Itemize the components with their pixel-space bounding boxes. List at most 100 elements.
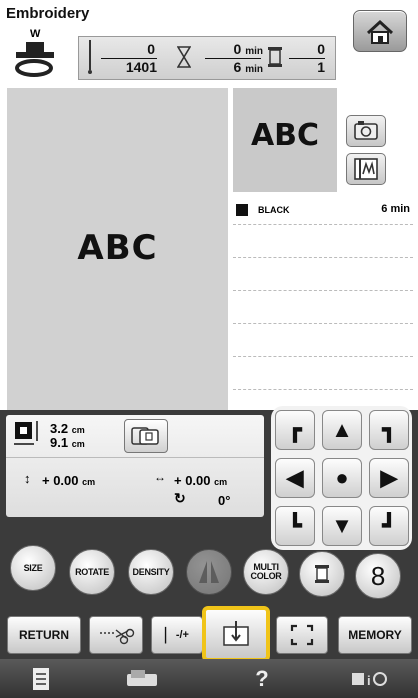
thread-color-swatch <box>236 204 248 216</box>
corner-down-right-icon: ┛ <box>382 513 396 538</box>
image-preview-button[interactable] <box>346 115 386 147</box>
presser-foot-icon <box>15 42 54 77</box>
border-button[interactable]: 8 <box>355 553 401 599</box>
size-button[interactable]: SIZE <box>10 545 56 591</box>
return-label: RETURN <box>19 628 69 642</box>
corner-up-left-icon: ┏ <box>288 417 302 442</box>
memory-label: MEMORY <box>348 628 402 642</box>
hoop-size-button[interactable] <box>124 419 168 453</box>
thumbnail-text: ABC <box>250 118 320 153</box>
multi-color-button[interactable]: MULTI COLOR <box>243 549 289 595</box>
presser-foot-indicator: W <box>8 28 68 78</box>
pattern-preview-text: ABC <box>77 228 158 268</box>
rotate-button[interactable]: ROTATE <box>69 549 115 595</box>
size-icon <box>14 421 38 445</box>
thread-color-time: 6 min <box>381 203 410 215</box>
memory-button[interactable]: MEMORY <box>338 616 412 654</box>
horizontal-offset: + 0.00 <box>174 473 211 488</box>
time-total: 6 <box>233 59 242 75</box>
move-up-right-button[interactable]: ┓ <box>369 410 409 450</box>
horizontal-move-icon: ↔ <box>154 470 166 484</box>
move-left-button[interactable]: ◀ <box>275 458 315 498</box>
mirror-button[interactable] <box>186 549 232 595</box>
needle-small-icon: ▏ <box>165 626 176 643</box>
svg-text:i: i <box>367 673 371 688</box>
sewing-guide-button[interactable] <box>0 659 83 698</box>
stitch-adjust-button[interactable]: ▏ -/+ <box>151 616 203 654</box>
corner-down-left-icon: ┗ <box>288 513 302 538</box>
stitch-adjust-label: -/+ <box>175 629 189 641</box>
arrow-up-icon: ▲ <box>331 417 353 442</box>
starting-point-icon <box>223 621 249 646</box>
help-icon: ? <box>255 665 269 691</box>
horizontal-offset-unit: cm <box>214 477 228 487</box>
move-down-right-button[interactable]: ┛ <box>369 506 409 546</box>
time-unit-top: min <box>245 46 263 57</box>
thread-color-name: BLACK <box>258 205 290 215</box>
spool-button-icon <box>315 565 329 583</box>
trial-button[interactable] <box>276 616 328 654</box>
pattern-height: 9.1 <box>50 435 69 450</box>
stitch-current: 0 <box>147 41 155 57</box>
move-down-button[interactable]: ▼ <box>322 506 362 546</box>
time-current: 0 <box>233 41 242 57</box>
help-button[interactable]: ? <box>202 659 323 698</box>
corner-up-right-icon: ┓ <box>382 417 396 442</box>
camera-icon <box>354 121 378 140</box>
arrow-right-icon: ▶ <box>380 465 398 490</box>
density-button[interactable]: DENSITY <box>128 549 174 595</box>
thread-trim-button[interactable] <box>89 616 143 654</box>
settings-icon: i <box>352 671 387 688</box>
card-reader-icon <box>127 669 157 686</box>
time-unit-bottom: min <box>245 64 263 75</box>
color-current: 0 <box>317 41 325 57</box>
home-icon <box>366 19 394 44</box>
width-unit: cm <box>71 425 85 435</box>
starting-point-button[interactable] <box>202 606 270 662</box>
pattern-info-panel: 3.2 cm 9.1 cm ↕ + 0.00 cm ↔ + 0.00 cm ↻ … <box>6 415 264 517</box>
vertical-move-icon: ↕ <box>24 471 31 486</box>
rotation-angle: 0° <box>218 493 231 508</box>
embroidery-preview: ABC <box>7 88 228 410</box>
rotate-label: ROTATE <box>75 566 109 577</box>
color-list-row: BLACK 6 min <box>236 203 412 219</box>
return-button[interactable]: RETURN <box>7 616 81 654</box>
vertical-offset: + 0.00 <box>42 473 79 488</box>
footer-bar: ? i <box>0 659 418 698</box>
document-icon <box>33 667 49 690</box>
pattern-thumbnail: ABC <box>233 88 337 192</box>
size-label: SIZE <box>23 562 43 573</box>
center-dot-icon: ● <box>335 465 349 490</box>
hoop-icon <box>131 427 159 445</box>
mirror-icon <box>199 561 219 583</box>
thread-color-button[interactable] <box>299 551 345 597</box>
thread-cutting-button[interactable] <box>346 153 386 185</box>
arrow-left-icon: ◀ <box>286 465 304 490</box>
vertical-offset-unit: cm <box>82 477 96 487</box>
settings-button[interactable]: i <box>322 659 418 698</box>
rotate-angle-icon: ↻ <box>174 490 186 506</box>
pattern-width: 3.2 <box>50 421 69 436</box>
move-right-button[interactable]: ▶ <box>369 458 409 498</box>
move-up-button[interactable]: ▲ <box>322 410 362 450</box>
move-pad: ┏ ▲ ┓ ◀ ● ▶ ┗ ▼ ┛ <box>271 406 412 550</box>
move-down-left-button[interactable]: ┗ <box>275 506 315 546</box>
thread-icon <box>354 158 378 180</box>
height-unit: cm <box>71 439 85 449</box>
spool-icon <box>268 47 282 67</box>
move-up-left-button[interactable]: ┏ <box>275 410 315 450</box>
color-total: 1 <box>317 59 325 75</box>
density-label: DENSITY <box>132 566 170 577</box>
stitch-total: 1401 <box>125 59 157 75</box>
stitch-status-bar: 0 1401 0 min 6 min 0 1 <box>78 36 336 80</box>
card-reader-button[interactable] <box>82 659 203 698</box>
scissors-icon <box>100 628 135 645</box>
multi-color-label: MULTI COLOR <box>250 562 282 581</box>
arrow-down-icon: ▼ <box>331 513 353 538</box>
figure-eight-icon: 8 <box>370 560 386 591</box>
center-button[interactable]: ● <box>322 458 362 498</box>
screen-title: Embroidery <box>6 5 90 22</box>
presser-foot-code: W <box>30 28 41 40</box>
home-button[interactable] <box>353 10 407 52</box>
frame-corners-icon <box>290 624 314 646</box>
